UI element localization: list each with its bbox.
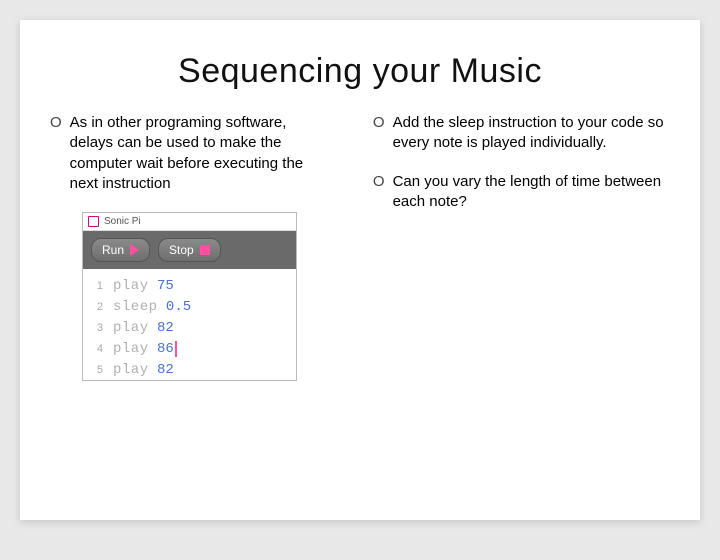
app-icon [88,216,99,227]
bullet-text: As in other programing software, delays … [70,113,333,194]
code-editor[interactable]: 1 play 75 2 sleep 0.5 3 play [83,269,296,380]
code-value: 75 [157,278,174,294]
play-icon [130,244,139,256]
cursor-icon [175,341,177,357]
right-column: O Add the sleep instruction to your code… [373,113,670,381]
bullet-marker-icon: O [50,114,62,131]
line-number: 3 [83,322,113,334]
stop-label: Stop [169,243,194,257]
slide: Sequencing your Music O As in other prog… [20,20,700,520]
code-value: 82 [157,320,174,336]
line-number: 4 [83,343,113,355]
app-title: Sonic Pi [104,216,141,227]
code-keyword: play [113,278,149,294]
code-keyword: play [113,341,149,357]
code-line: 4 play 86 [83,338,296,359]
code-keyword: sleep [113,299,158,315]
code-value: 86 [157,341,174,357]
code-line: 3 play 82 [83,317,296,338]
columns: O As in other programing software, delay… [50,113,670,381]
left-column: O As in other programing software, delay… [50,113,333,381]
line-number: 2 [83,301,113,313]
bullet-item: O Add the sleep instruction to your code… [373,113,670,154]
bullet-item: O Can you vary the length of time betwee… [373,172,670,213]
code-line: 1 play 75 [83,275,296,296]
bullet-marker-icon: O [373,173,385,190]
code-value: 0.5 [166,299,191,315]
app-toolbar: Run Stop [83,231,296,269]
code-line: 2 sleep 0.5 [83,296,296,317]
bullet-item: O As in other programing software, delay… [50,113,333,194]
slide-title: Sequencing your Music [50,52,670,91]
stop-icon [200,245,210,255]
run-button[interactable]: Run [91,238,150,262]
app-titlebar: Sonic Pi [83,213,296,231]
run-label: Run [102,243,124,257]
line-number: 5 [83,364,113,376]
stop-button[interactable]: Stop [158,238,221,262]
line-number: 1 [83,280,113,292]
bullet-text: Can you vary the length of time between … [393,172,670,213]
bullet-text: Add the sleep instruction to your code s… [393,113,670,154]
code-value: 82 [157,362,174,378]
code-keyword: play [113,362,149,378]
sonic-pi-screenshot: Sonic Pi Run Stop 1 play [82,212,297,381]
code-line: 5 play 82 [83,359,296,380]
code-keyword: play [113,320,149,336]
bullet-marker-icon: O [373,114,385,131]
